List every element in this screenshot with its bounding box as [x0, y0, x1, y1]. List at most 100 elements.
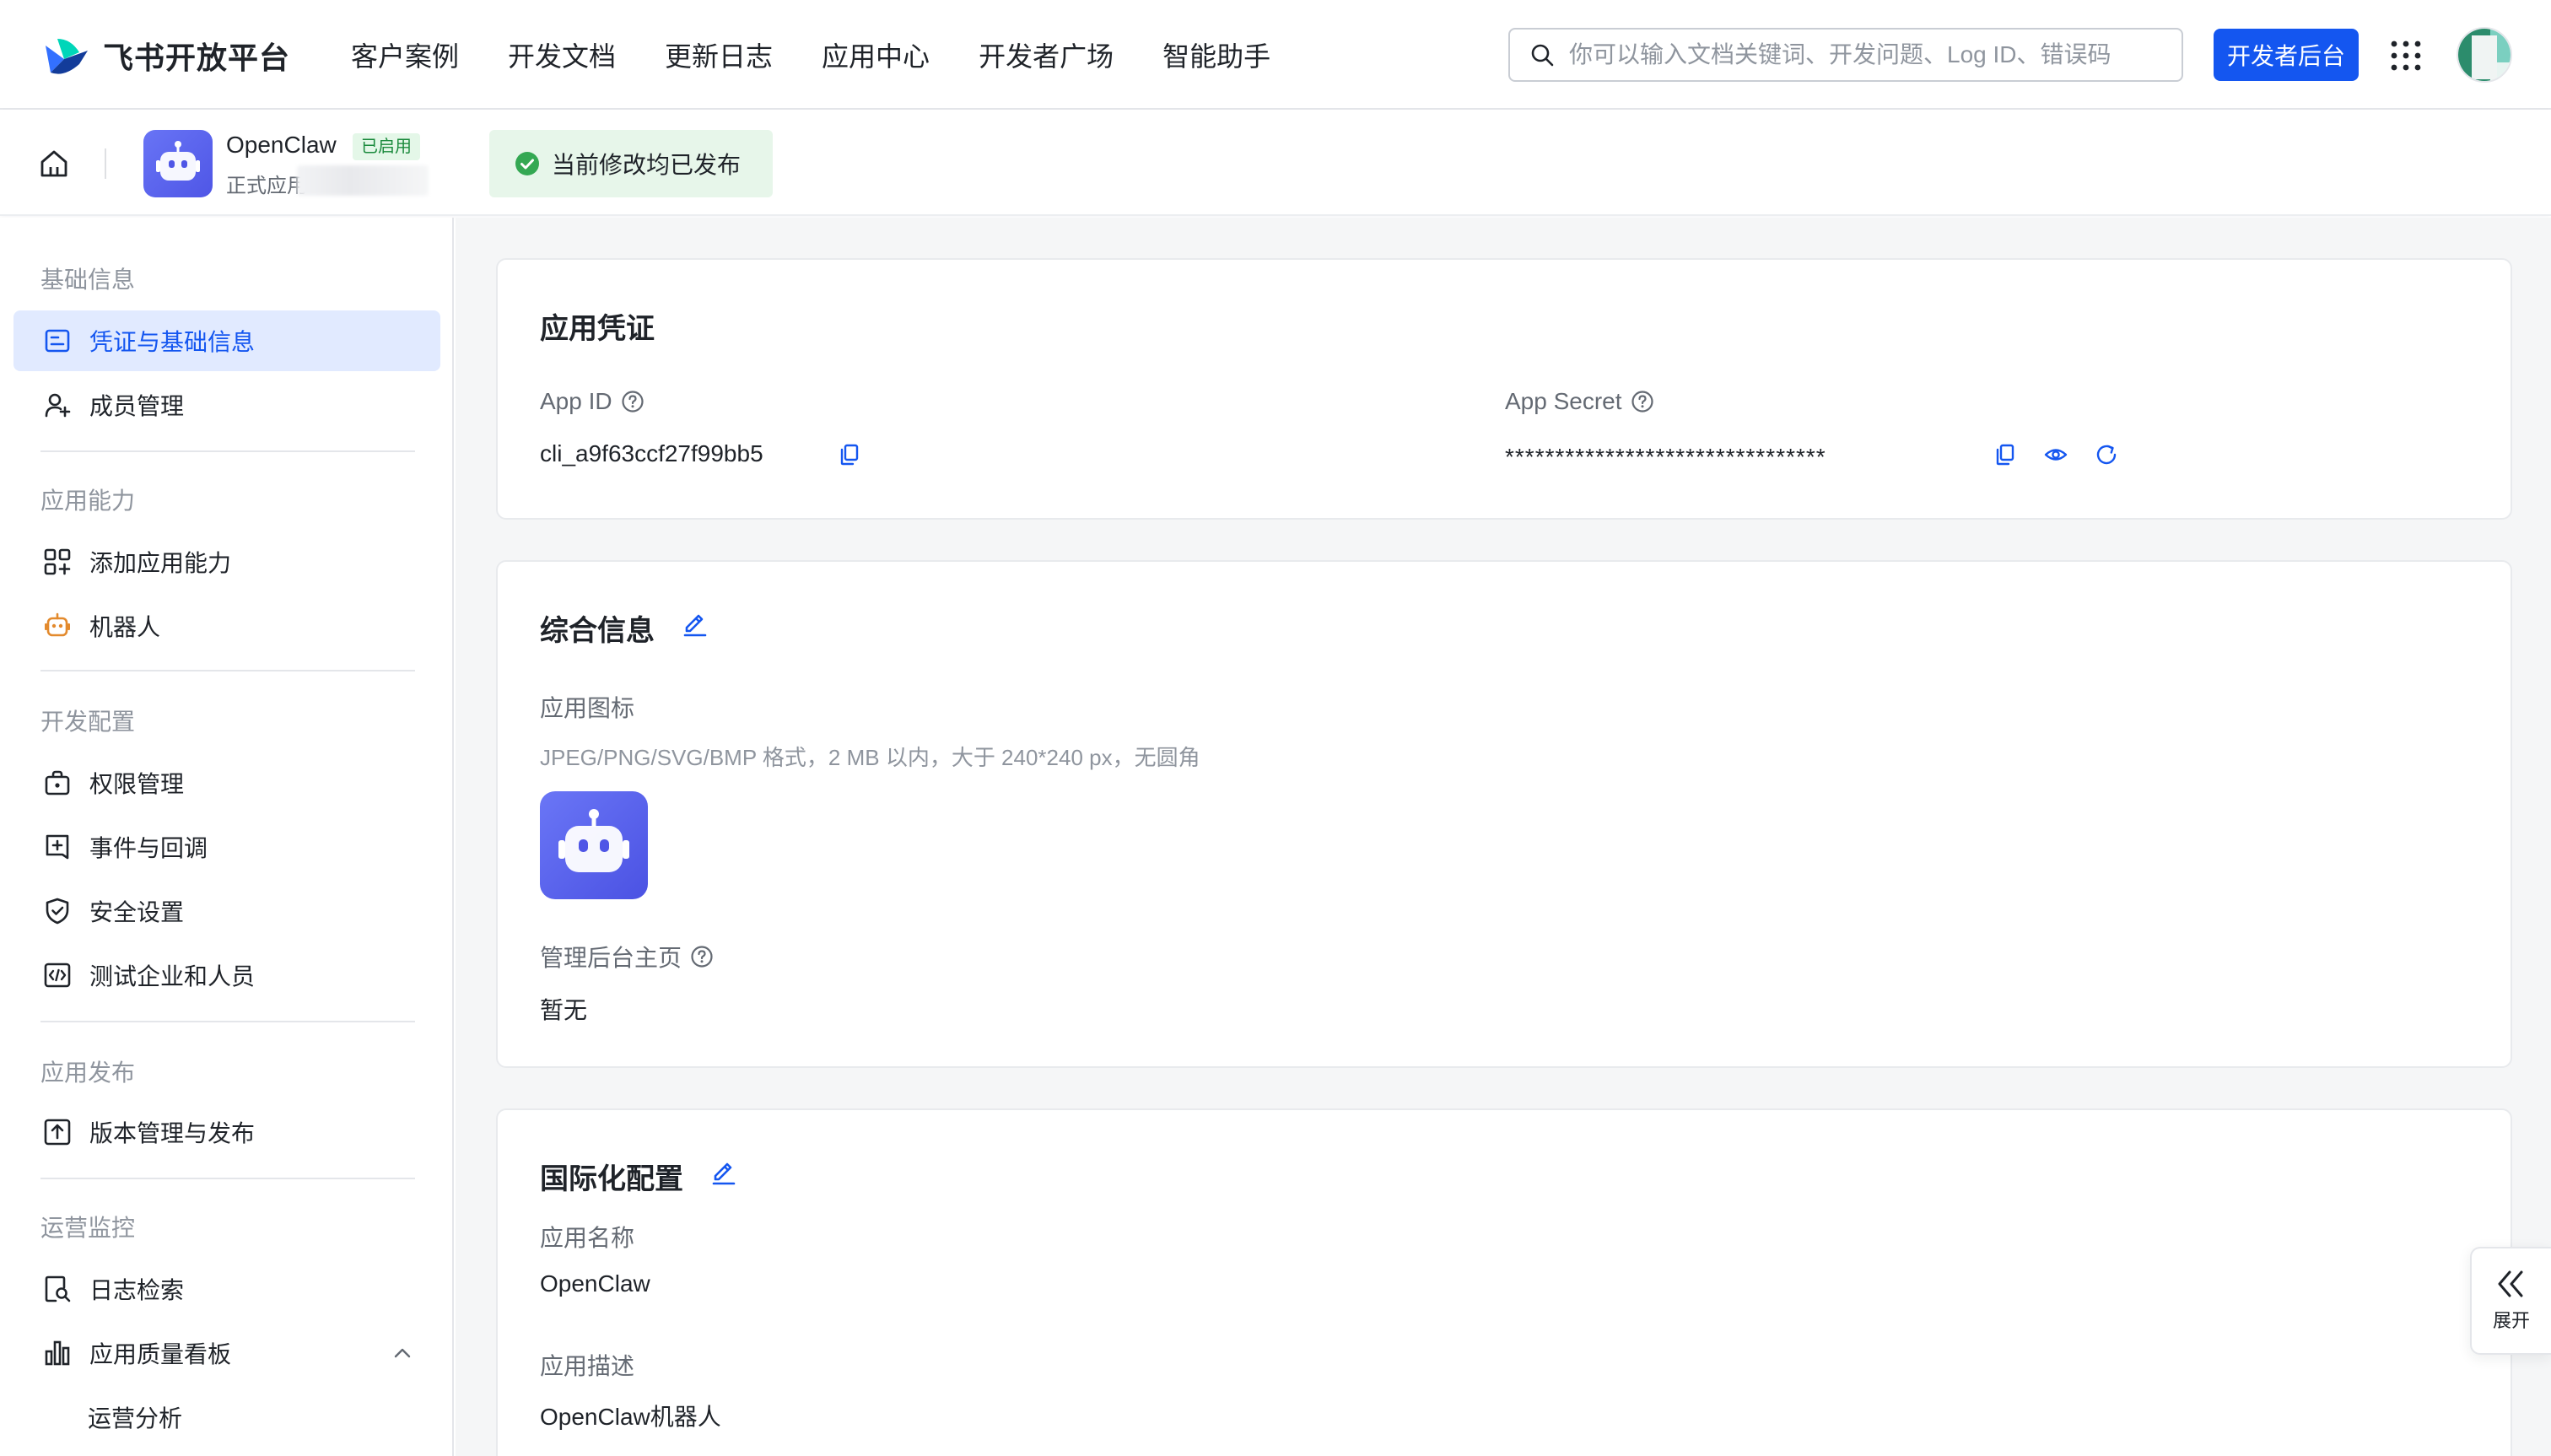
- sidebar-item-events[interactable]: 事件与回调: [13, 817, 440, 877]
- subheader-divider: [105, 148, 106, 179]
- robot-icon: [45, 612, 70, 637]
- home-icon[interactable]: [37, 147, 71, 181]
- app-type-label: 正式应用: [226, 175, 307, 197]
- sidebar-group-capability: 应用能力: [40, 488, 136, 514]
- sidebar-item-label: 添加应用能力: [89, 550, 232, 576]
- app-secret-label-text: App Secret: [1505, 388, 1622, 414]
- expand-label: 展开: [2492, 1310, 2530, 1331]
- permission-icon: [45, 770, 70, 795]
- app-icon-small: [143, 130, 213, 197]
- app-secret-label: App Secret: [1505, 388, 1654, 415]
- edit-icon[interactable]: [680, 607, 710, 638]
- copy-icon[interactable]: [837, 442, 862, 467]
- app-subheader: [0, 110, 2551, 216]
- credentials-card: 应用凭证 App ID cli_a9f63ccf27f99bb5 App Sec…: [496, 258, 2512, 520]
- sidebar-group-dev-config: 开发配置: [40, 709, 136, 735]
- help-icon[interactable]: [621, 390, 644, 413]
- app-name-value: OpenClaw: [540, 1270, 650, 1297]
- app-desc-label: 应用描述: [540, 1353, 635, 1379]
- sidebar-item-label: 运营分析: [88, 1405, 183, 1432]
- main-content: 应用凭证 App ID cli_a9f63ccf27f99bb5 App Sec…: [456, 218, 2551, 1456]
- help-icon[interactable]: [1631, 390, 1654, 413]
- feishu-logo[interactable]: 飞书开放平台: [42, 34, 290, 78]
- sidebar-item-test-users[interactable]: 测试企业和人员: [13, 945, 440, 1006]
- help-icon[interactable]: [690, 945, 714, 968]
- sidebar-item-members[interactable]: 成员管理: [13, 375, 440, 435]
- sidebar-item-quality-board[interactable]: 应用质量看板: [13, 1323, 440, 1383]
- app-icon-upload[interactable]: [540, 791, 648, 899]
- i18n-title: 国际化配置: [540, 1163, 683, 1195]
- sidebar-divider: [40, 670, 415, 671]
- nav-dev-square[interactable]: 开发者广场: [979, 35, 1114, 74]
- user-avatar[interactable]: [2457, 27, 2512, 83]
- sidebar-group-monitoring: 运营监控: [40, 1215, 136, 1241]
- avatar-image: [2458, 29, 2511, 81]
- app-status-badge: 已启用: [353, 133, 420, 160]
- publish-status-text: 当前修改均已发布: [552, 152, 742, 178]
- sidebar-item-label: 事件与回调: [89, 835, 208, 861]
- search-input[interactable]: [1569, 41, 2160, 68]
- app-name-label: 应用名称: [540, 1225, 635, 1251]
- sidebar-item-security[interactable]: 安全设置: [13, 881, 440, 941]
- upload-icon: [44, 1119, 71, 1146]
- app-id-label-text: App ID: [540, 388, 612, 414]
- sidebar-item-log-search[interactable]: 日志检索: [13, 1259, 440, 1319]
- sidebar-item-add-capability[interactable]: 添加应用能力: [13, 531, 440, 592]
- admin-home-label-text: 管理后台主页: [540, 945, 682, 971]
- event-icon: [46, 834, 69, 860]
- app-icon-label: 应用图标: [540, 695, 635, 721]
- app-id-value: cli_a9f63ccf27f99bb5: [540, 440, 763, 466]
- sidebar-item-version-release[interactable]: 版本管理与发布: [13, 1102, 440, 1162]
- nav-changelog[interactable]: 更新日志: [665, 35, 773, 74]
- sidebar-item-label: 应用质量看板: [89, 1341, 232, 1367]
- expand-panel-button[interactable]: 展开: [2470, 1247, 2551, 1355]
- credentials-title: 应用凭证: [540, 313, 655, 345]
- copy-icon[interactable]: [1993, 442, 2018, 467]
- sidebar: 基础信息 凭证与基础信息 成员管理 应用能力 添加应用能力 机器人 开发配置 权…: [0, 218, 454, 1456]
- search-icon: [1531, 44, 1554, 67]
- sidebar-item-label: 权限管理: [89, 771, 185, 797]
- sidebar-divider: [40, 1178, 415, 1179]
- sidebar-item-credentials[interactable]: 凭证与基础信息: [13, 310, 440, 371]
- sidebar-item-robot[interactable]: 机器人: [13, 596, 440, 656]
- feishu-logo-icon: [46, 39, 88, 74]
- nav-app-center[interactable]: 应用中心: [822, 35, 930, 74]
- app-grid-icon[interactable]: [2389, 39, 2423, 73]
- sidebar-divider: [40, 450, 415, 452]
- chevron-up-icon[interactable]: [391, 1342, 413, 1364]
- log-search-icon: [45, 1275, 71, 1302]
- code-icon: [44, 963, 71, 988]
- main-nav: 客户案例 开发文档 更新日志 应用中心 开发者广场 智能助手: [351, 0, 1319, 110]
- dev-console-button[interactable]: 开发者后台: [2214, 29, 2359, 81]
- sidebar-item-permissions[interactable]: 权限管理: [13, 752, 440, 813]
- add-capability-icon: [44, 548, 71, 575]
- member-icon: [45, 393, 71, 418]
- sidebar-item-label: 测试企业和人员: [89, 963, 256, 990]
- nav-customer-cases[interactable]: 客户案例: [351, 35, 459, 74]
- sidebar-divider: [40, 1021, 415, 1022]
- shield-icon: [46, 898, 69, 925]
- sidebar-item-ops-analysis[interactable]: 运营分析: [13, 1387, 440, 1448]
- robot-icon: [156, 141, 200, 181]
- top-navigation: 飞书开放平台 客户案例 开发文档 更新日志 应用中心 开发者广场 智能助手 开发…: [0, 0, 2551, 110]
- sidebar-group-basic: 基础信息: [40, 267, 136, 293]
- nav-dev-docs[interactable]: 开发文档: [508, 35, 616, 74]
- app-name: OpenClaw: [226, 132, 337, 158]
- refresh-icon[interactable]: [2094, 442, 2119, 467]
- general-info-card: 综合信息 应用图标 JPEG/PNG/SVG/BMP 格式，2 MB 以内，大于…: [496, 560, 2512, 1068]
- search-box[interactable]: [1508, 28, 2183, 82]
- app-desc-value: OpenClaw机器人: [540, 1404, 721, 1430]
- sidebar-item-label: 日志检索: [89, 1277, 185, 1303]
- nav-ai-assistant[interactable]: 智能助手: [1162, 35, 1270, 74]
- app-id-label: App ID: [540, 388, 644, 415]
- publish-status-banner: 当前修改均已发布: [489, 130, 773, 197]
- i18n-card: 国际化配置 应用名称 OpenClaw 应用描述 OpenClaw机器人: [496, 1108, 2512, 1456]
- general-info-title: 综合信息: [540, 615, 655, 647]
- app-secret-value: ********************************: [1505, 444, 1826, 470]
- edit-icon[interactable]: [709, 1156, 739, 1186]
- success-check-icon: [515, 152, 539, 175]
- sidebar-item-label: 安全设置: [89, 899, 185, 925]
- eye-icon[interactable]: [2043, 442, 2068, 467]
- sidebar-item-label: 凭证与基础信息: [89, 329, 256, 355]
- redacted-area: [297, 165, 429, 196]
